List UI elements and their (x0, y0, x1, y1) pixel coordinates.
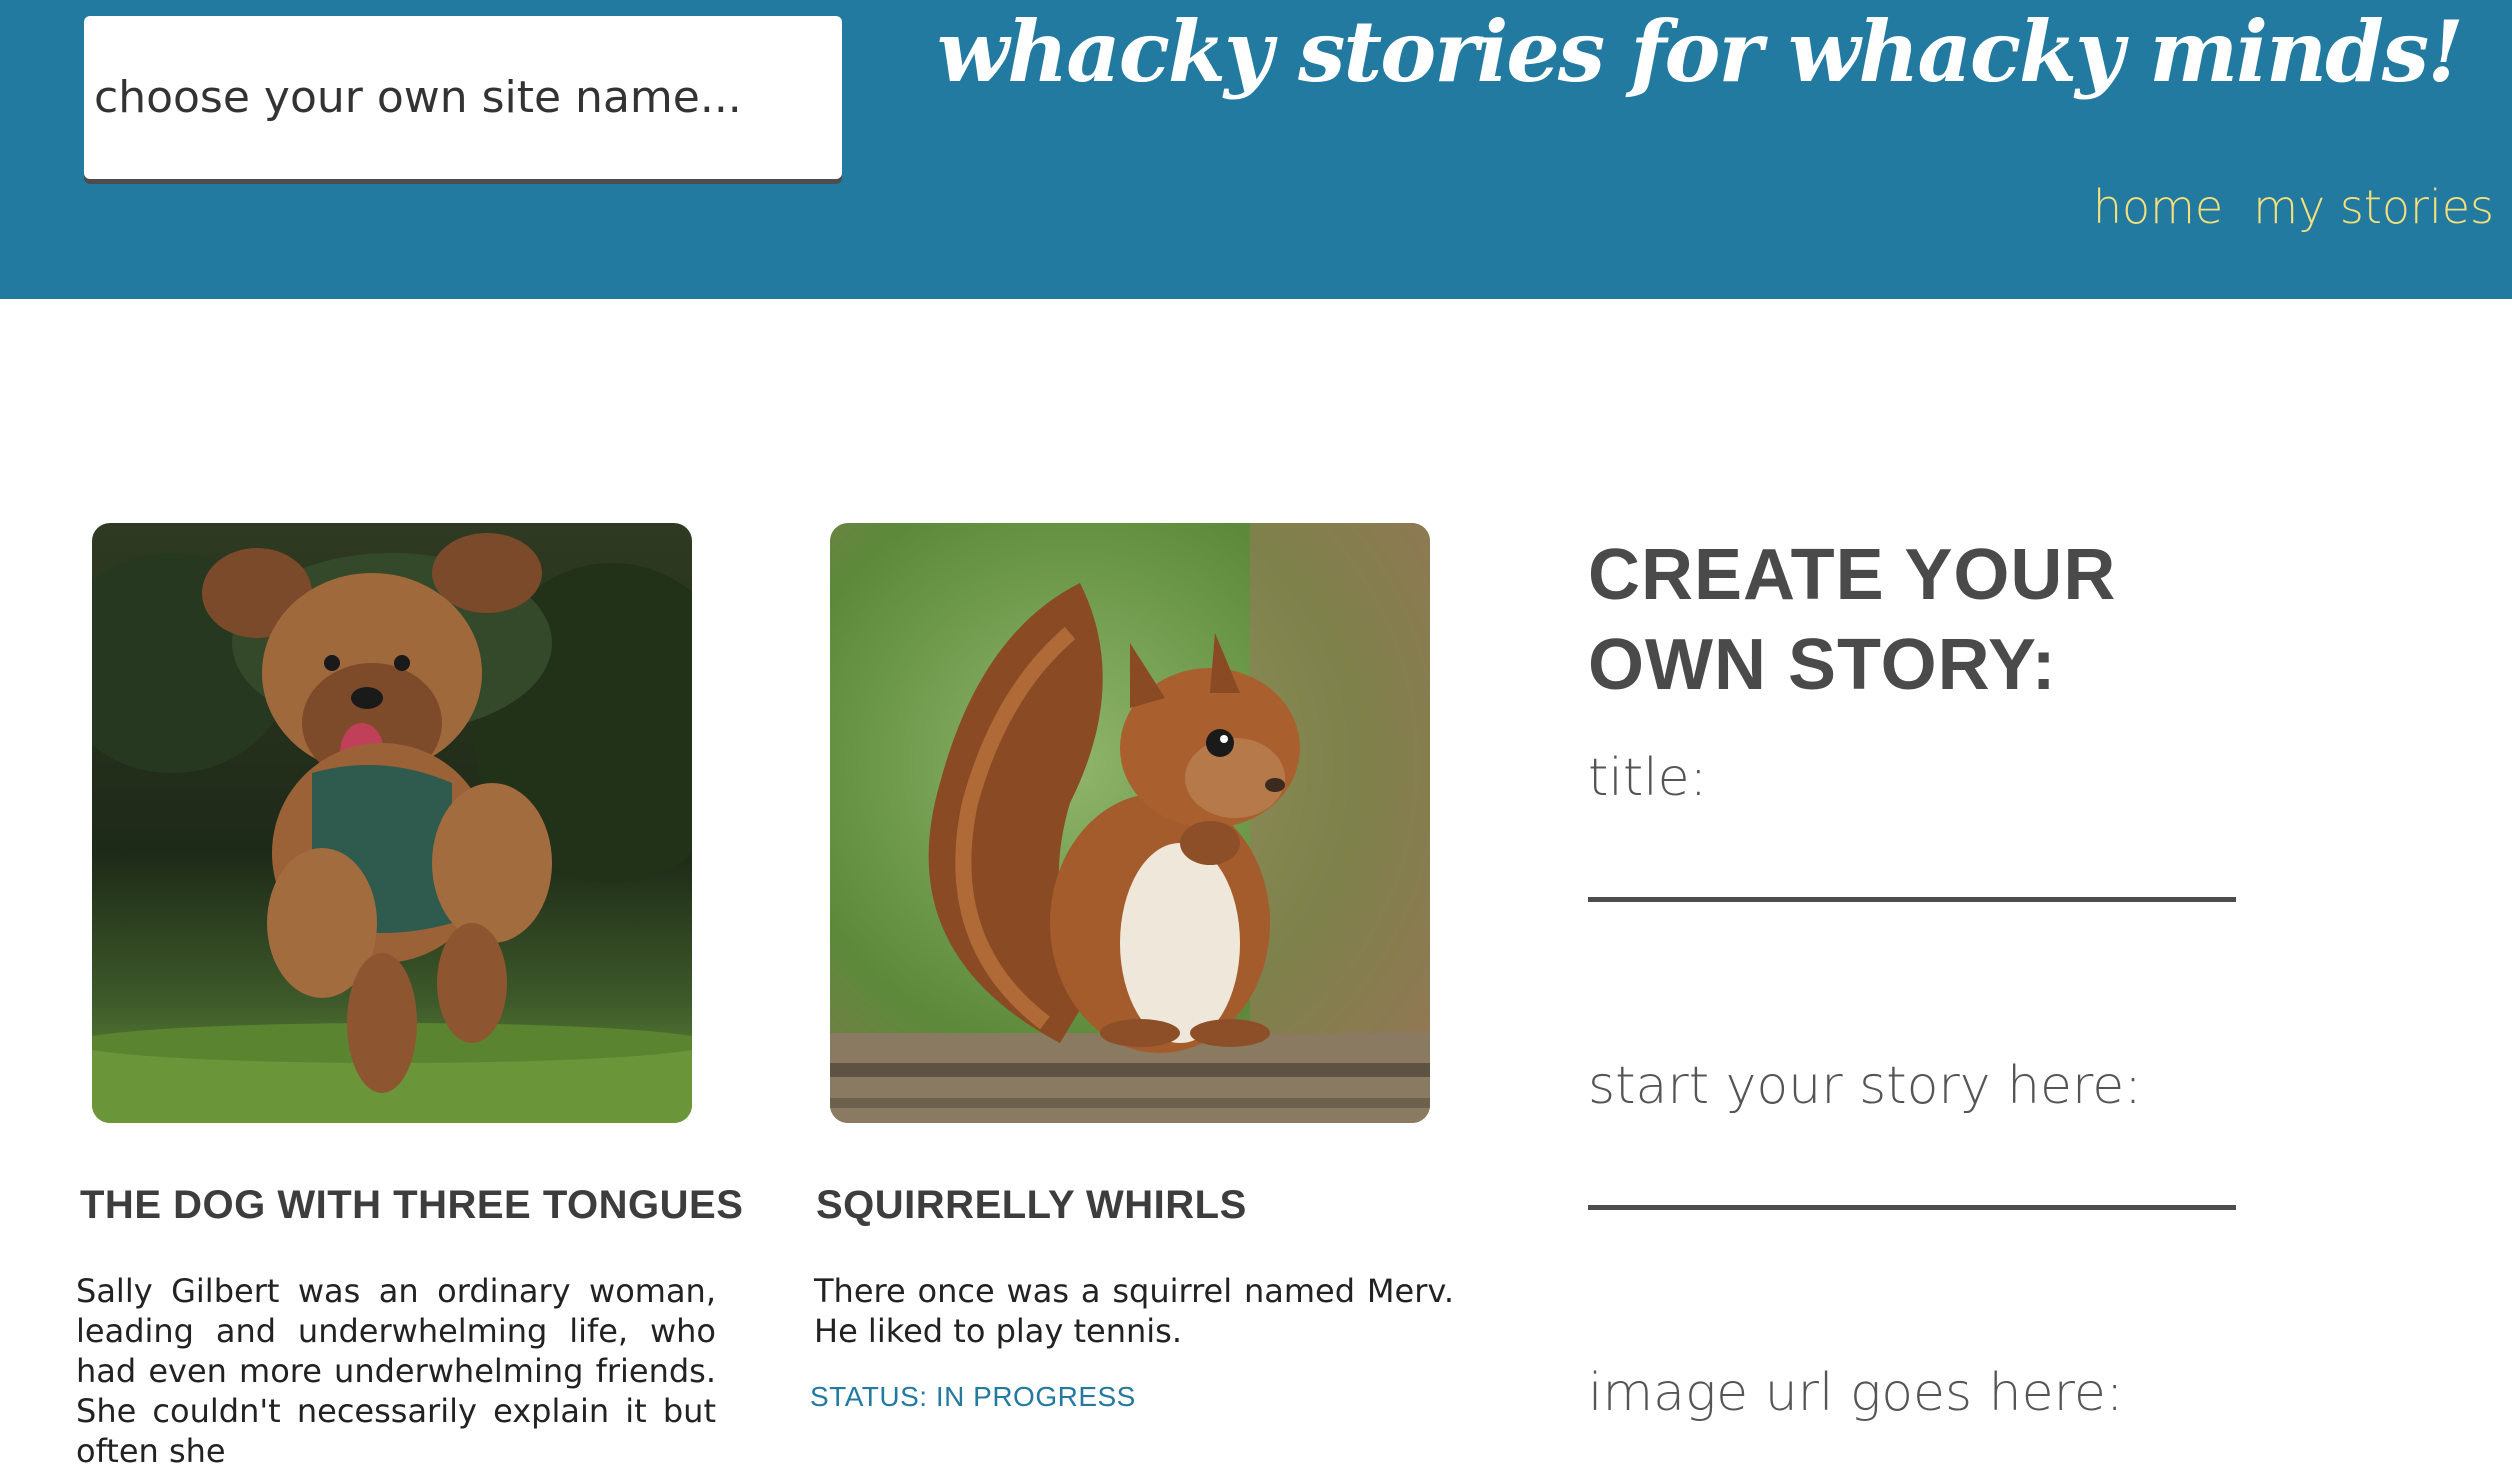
main-nav: home my stories (2093, 180, 2494, 234)
title-label: title: (1588, 748, 1708, 808)
story-excerpt: Sally Gilbert was an ordinary woman, lea… (76, 1272, 716, 1470)
story-card[interactable]: THE DOG WITH THREE TONGUES Sally Gilbert… (76, 523, 743, 1470)
site-title: whacky stories for whacky minds! (936, 2, 2464, 101)
nav-link-my-stories[interactable]: my stories (2253, 180, 2494, 234)
story-title[interactable]: THE DOG WITH THREE TONGUES (80, 1183, 743, 1228)
story-input[interactable] (1588, 1140, 2236, 1210)
story-title[interactable]: SQUIRRELLY WHIRLS (816, 1183, 1247, 1228)
story-excerpt: There once was a squirrel named Merv. He… (814, 1272, 1454, 1350)
form-heading: CREATE YOUR OWN STORY: (1588, 535, 2117, 705)
nav-link-home[interactable]: home (2093, 180, 2223, 234)
dog-photo[interactable] (92, 523, 692, 1123)
title-input[interactable] (1588, 832, 2236, 902)
create-story-form: CREATE YOUR OWN STORY: title: start your… (1588, 530, 2288, 1423)
site-header: whacky stories for whacky minds! home my… (0, 0, 2512, 299)
site-name-input[interactable] (84, 16, 842, 179)
squirrel-photo[interactable] (830, 523, 1430, 1123)
status-badge: STATUS: IN PROGRESS (810, 1381, 1136, 1412)
image-url-label: image url goes here: (1588, 1363, 2124, 1423)
story-label: start your story here: (1588, 1056, 2142, 1116)
story-card[interactable]: SQUIRRELLY WHIRLS There once was a squir… (810, 523, 1458, 1412)
